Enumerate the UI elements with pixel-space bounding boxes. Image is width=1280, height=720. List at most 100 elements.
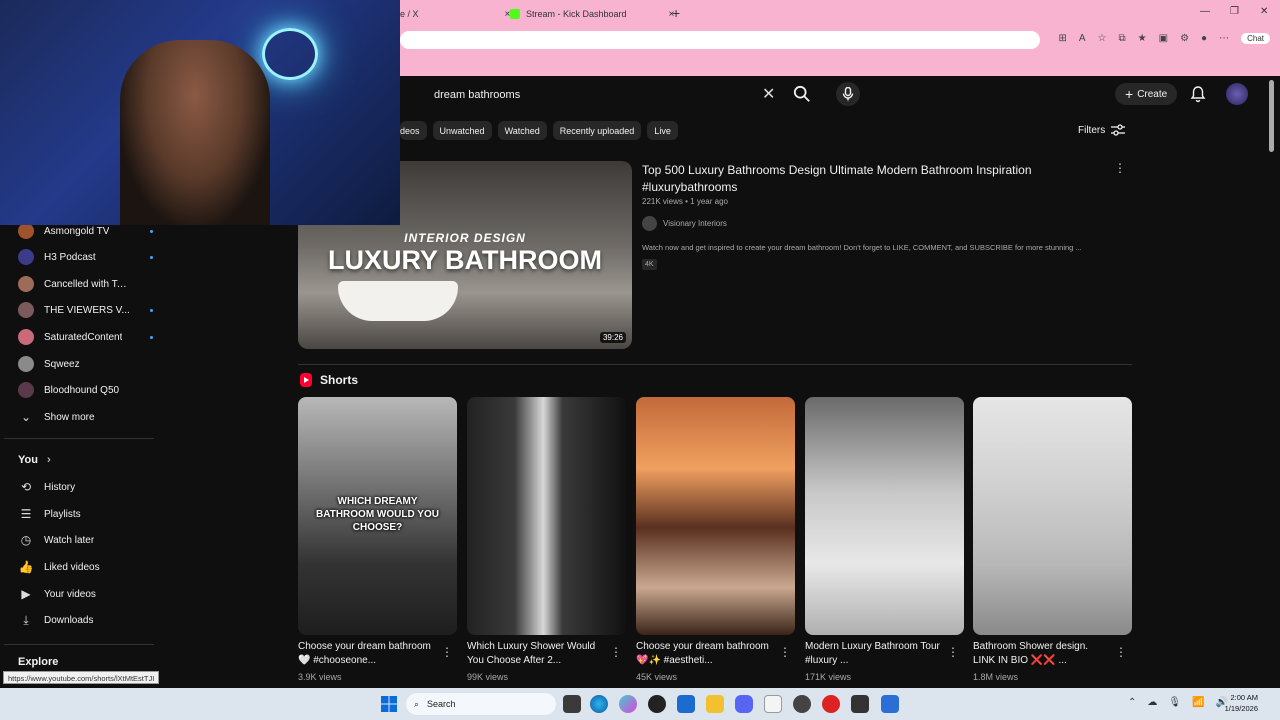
chip-unwatched[interactable]: Unwatched (432, 121, 492, 140)
short-thumbnail[interactable] (805, 397, 964, 635)
sidebar-item-label: History (44, 481, 76, 493)
sidebar-item-subscription[interactable]: THE VIEWERS V... (18, 300, 153, 320)
sidebar-item-subscription[interactable]: Cancelled with Tan... (18, 274, 148, 294)
clock-time: 2:00 AM (1230, 693, 1258, 702)
wifi-icon[interactable]: 📶 (1192, 697, 1204, 708)
recording-app-icon[interactable] (822, 695, 840, 713)
copilot-icon[interactable] (619, 695, 637, 713)
maximize-button[interactable]: ❐ (1230, 6, 1239, 17)
video-channel[interactable]: Visionary Interiors (642, 216, 727, 231)
windows-start-icon[interactable] (381, 696, 397, 712)
address-bar[interactable] (400, 31, 1040, 49)
notifications-bell-icon[interactable] (1190, 86, 1206, 103)
sidebar-item-history[interactable]: ⟲ History (18, 477, 148, 497)
taskbar-clock[interactable]: 2:00 AM 1/19/2026 (1225, 692, 1258, 714)
channel-avatar (18, 302, 34, 318)
short-more-icon[interactable]: ⋮ (1115, 645, 1127, 659)
chip-live[interactable]: Live (647, 121, 678, 140)
chip-watched[interactable]: Watched (497, 121, 547, 140)
favorite-star-icon[interactable]: ☆ (1098, 33, 1107, 44)
chip-videos[interactable]: deos (400, 121, 427, 140)
short-more-icon[interactable]: ⋮ (441, 645, 453, 659)
tab-kick-dashboard[interactable]: Stream - Kick Dashboard × (510, 4, 674, 24)
voice-search-button[interactable] (836, 82, 860, 106)
short-title[interactable]: Bathroom Shower design. LINK IN BIO ❌❌ .… (973, 640, 1113, 669)
sidebar-item-liked-videos[interactable]: 👍 Liked videos (18, 557, 148, 577)
sidebar-item-playlists[interactable]: ☰ Playlists (18, 504, 148, 524)
channel-avatar (18, 356, 34, 372)
settings-gear-icon[interactable] (793, 695, 811, 713)
sidebar-item-subscription[interactable]: H3 Podcast (18, 247, 153, 267)
discord-icon[interactable] (735, 695, 753, 713)
taskbar-search-label: Search (427, 699, 456, 709)
chip-recently-uploaded[interactable]: Recently uploaded (552, 121, 642, 140)
profile-icon[interactable]: ● (1201, 33, 1207, 44)
read-aloud-icon[interactable]: A (1079, 33, 1086, 44)
short-more-icon[interactable]: ⋮ (779, 645, 791, 659)
sidebar-show-more[interactable]: ⌄ Show more (18, 407, 148, 427)
sidebar-item-subscription[interactable]: Sqweez (18, 354, 148, 374)
split-screen-icon[interactable]: ⧉ (1119, 33, 1126, 44)
more-icon[interactable]: ⋯ (1219, 33, 1229, 44)
sidebar-item-downloads[interactable]: ⤓ Downloads (18, 610, 148, 630)
new-tab-button[interactable]: + (672, 5, 680, 21)
account-avatar[interactable] (1226, 83, 1248, 105)
short-thumbnail[interactable]: WHICH DREAMY BATHROOM WOULD YOU CHOOSE? (298, 397, 457, 635)
short-more-icon[interactable]: ⋮ (947, 645, 959, 659)
store-icon[interactable] (677, 695, 695, 713)
short-more-icon[interactable]: ⋮ (610, 645, 622, 659)
file-explorer-icon[interactable] (706, 695, 724, 713)
sidebar-item-subscription[interactable]: SaturatedContent (18, 327, 153, 347)
short-overlay-text: WHICH DREAMY BATHROOM WOULD YOU CHOOSE? (316, 496, 439, 533)
short-title[interactable]: Choose your dream bathroom 🤍 #chooseone.… (298, 640, 438, 669)
chevron-up-icon[interactable]: ⌃ (1128, 697, 1136, 708)
tab-x[interactable]: e / X × (400, 4, 510, 24)
search-icon[interactable] (793, 85, 811, 103)
sidebar-item-your-videos[interactable]: ▶ Your videos (18, 584, 148, 604)
app-icon[interactable] (881, 695, 899, 713)
cloud-icon[interactable]: ☁ (1147, 697, 1157, 708)
short-thumbnail[interactable] (636, 397, 795, 635)
status-bar-url: https://www.youtube.com/shorts/lXtMtEstT… (3, 671, 160, 684)
sidebar-item-label: Playlists (44, 508, 81, 520)
new-content-dot (150, 256, 153, 259)
collections-icon[interactable]: ▣ (1159, 33, 1168, 44)
video-title[interactable]: Top 500 Luxury Bathrooms Design Ultimate… (642, 162, 1082, 196)
app-icon[interactable] (851, 695, 869, 713)
sidebar-item-watch-later[interactable]: ◷ Watch later (18, 530, 148, 550)
short-title[interactable]: Which Luxury Shower Would You Choose Aft… (467, 640, 607, 669)
sidebar-explore-heading: Explore (18, 656, 59, 668)
short-title[interactable]: Modern Luxury Bathroom Tour #luxury ... (805, 640, 945, 669)
clear-search-icon[interactable]: ✕ (762, 84, 775, 104)
favorites-icon[interactable]: ★ (1138, 33, 1147, 44)
short-thumbnail[interactable] (973, 397, 1132, 635)
minimize-button[interactable]: — (1200, 6, 1210, 17)
microphone-icon[interactable]: 🎙 (1168, 697, 1181, 708)
task-view-icon[interactable] (563, 695, 581, 713)
short-title[interactable]: Choose your dream bathroom 💖✨ #aestheti.… (636, 640, 776, 669)
extensions-icon[interactable]: ⚙ (1180, 33, 1189, 44)
new-content-dot (150, 230, 153, 233)
streamer-image (120, 40, 270, 225)
tab-label: e / X (400, 9, 419, 19)
edge-browser-icon[interactable] (590, 695, 608, 713)
you-label: You (18, 454, 38, 466)
video-more-icon[interactable]: ⋮ (1114, 161, 1126, 175)
search-input[interactable]: dream bathrooms (420, 82, 790, 108)
sidebar-you-heading[interactable]: You › (18, 454, 51, 466)
app-available-icon[interactable]: ⊞ (1058, 33, 1066, 44)
thumbnail-text-line1: INTERIOR DESIGN (404, 231, 526, 245)
app-icon[interactable] (648, 695, 666, 713)
short-thumbnail[interactable] (467, 397, 626, 635)
system-tray: ⌃ ☁ 🎙 📶 🔊 (1128, 697, 1228, 708)
filters-button[interactable]: Filters (1078, 124, 1126, 136)
microphone-icon (842, 87, 854, 101)
quality-badge: 4K (642, 259, 657, 270)
notepad-icon[interactable] (764, 695, 782, 713)
page-scrollbar[interactable] (1269, 80, 1274, 152)
close-window-button[interactable]: ✕ (1260, 6, 1268, 17)
taskbar-search[interactable]: ⌕ Search (406, 693, 556, 715)
create-button[interactable]: + Create (1115, 83, 1178, 105)
copilot-chat-button[interactable]: Chat (1241, 33, 1270, 44)
sidebar-item-subscription[interactable]: Bloodhound Q50 (18, 380, 148, 400)
